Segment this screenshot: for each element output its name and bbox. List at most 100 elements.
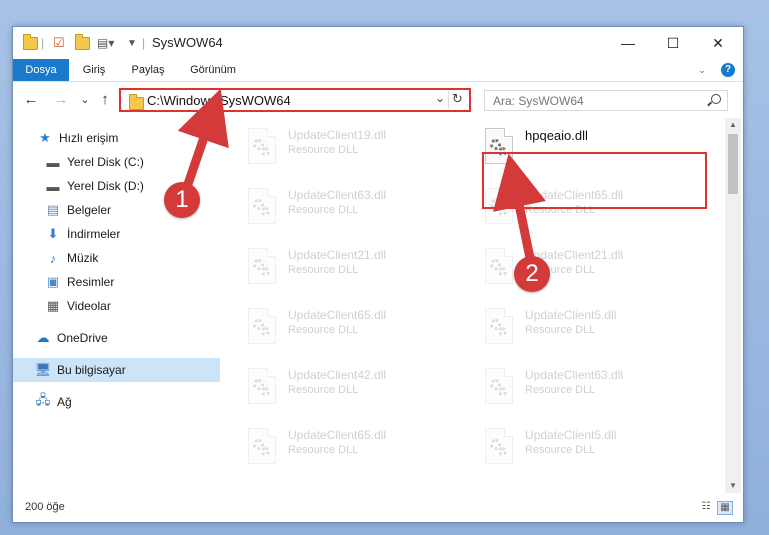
dll-file-icon [248, 128, 276, 164]
close-button[interactable]: ✕ [695, 27, 741, 59]
list-item[interactable]: UpdateClient42.dll Resource DLL [240, 364, 465, 416]
folder-icon [129, 94, 144, 110]
sidebar-item-label: Müzik [67, 251, 99, 265]
vertical-scrollbar[interactable]: ▲ ▼ [725, 118, 741, 493]
details-view-icon[interactable]: ☷ [699, 501, 713, 513]
sidebar-item-label: Yerel Disk (C:) [67, 155, 144, 169]
file-list: UpdateClient19.dll Resource DLL UpdateCl… [220, 118, 724, 493]
search-icon[interactable] [711, 94, 721, 104]
file-name: UpdateClient21.dll [288, 248, 387, 262]
minimize-button[interactable]: — [605, 27, 651, 59]
file-name: UpdateClient19.dll [288, 128, 387, 142]
navigation-pane: ★ Hızlı erişim ▬ Yerel Disk (C:) ✦ ▬ Yer… [13, 118, 236, 488]
window-title: SysWOW64 [152, 35, 223, 50]
chevron-down-icon[interactable]: ▼ [127, 35, 137, 51]
sidebar-item-label: Videolar [67, 299, 111, 313]
sidebar-item-label: Bu bilgisayar [57, 363, 126, 377]
step-2-badge: 2 [514, 256, 550, 292]
explorer-window: | ☑ ▤▾ ▼ | SysWOW64 — ☐ ✕ Dosya Giriş Pa… [12, 26, 744, 523]
sidebar-item-label: Ağ [57, 395, 72, 409]
highlight-box [482, 152, 707, 209]
file-name: UpdateClient5.dll [525, 308, 617, 322]
up-button[interactable]: ↑ [95, 90, 115, 110]
list-item[interactable]: UpdateClient21.dll Resource DLL [240, 244, 465, 296]
expand-ribbon-icon[interactable]: ⌄ [695, 59, 709, 81]
sidebar-item-onedrive[interactable]: ☁ OneDrive [13, 326, 228, 350]
sidebar-item-pictures[interactable]: ▣ Resimler 📌 [13, 270, 238, 294]
file-type: Resource DLL [288, 204, 359, 216]
refresh-icon[interactable]: ↻ [448, 91, 466, 109]
file-name: UpdateClient63.dll [525, 368, 624, 382]
help-icon[interactable]: ? [721, 63, 735, 77]
dll-file-icon [248, 188, 276, 224]
tab-gorunum[interactable]: Görünüm [183, 59, 243, 81]
list-item[interactable]: UpdateClient63.dll Resource DLL [240, 184, 465, 236]
file-name: UpdateClient65.dll [288, 428, 387, 442]
drive-icon: ▬ [46, 154, 60, 170]
sidebar-item-videos[interactable]: ▦ Videolar 📌 [13, 294, 238, 318]
large-icons-view-icon[interactable]: ▦ [717, 501, 733, 515]
document-icon: ▤ [46, 202, 60, 217]
file-type: Resource DLL [288, 144, 359, 156]
sidebar-item-label: Hızlı erişim [59, 131, 119, 145]
sidebar-item-quick-access[interactable]: ★ Hızlı erişim [13, 126, 230, 150]
scroll-up-icon[interactable]: ▲ [725, 118, 741, 132]
sidebar-item-label: Belgeler [67, 203, 112, 217]
back-button[interactable]: ← [21, 90, 41, 110]
new-folder-icon[interactable] [75, 33, 90, 51]
tab-dosya[interactable]: Dosya [13, 59, 69, 81]
quick-access-folder-icon[interactable] [23, 33, 38, 51]
sidebar-item-label: İndirmeler [67, 227, 121, 241]
cloud-icon: ☁ [36, 330, 50, 345]
search-input[interactable]: Ara: SysWOW64 [484, 90, 728, 111]
dll-file-icon [248, 428, 276, 464]
sidebar-item-music[interactable]: ♪ Müzik 📌 [13, 246, 238, 270]
forward-button[interactable]: → [51, 90, 71, 110]
tab-giris[interactable]: Giriş [75, 59, 113, 81]
list-item[interactable]: UpdateClient5.dll Resource DLL [477, 304, 702, 356]
recent-locations-button[interactable]: ⌄ [75, 90, 95, 110]
file-type: Resource DLL [288, 324, 359, 336]
maximize-button[interactable]: ☐ [650, 27, 696, 59]
file-type: Resource DLL [288, 384, 359, 396]
list-item[interactable]: UpdateClient19.dll Resource DLL [240, 124, 465, 176]
navigation-bar: ← → ⌄ ↑ C:\Windows\SysWOW64 ⌄ ↻ Ara: Sys… [13, 82, 743, 118]
sidebar-item-documents[interactable]: ▤ Belgeler [13, 198, 238, 222]
address-bar[interactable]: C:\Windows\SysWOW64 ⌄ ↻ [119, 88, 471, 112]
network-icon: 🖧 [35, 392, 51, 407]
list-item[interactable]: UpdateClient5.dll Resource DLL [477, 424, 702, 476]
separator-icon: | [41, 36, 45, 50]
sidebar-item-label: Resimler [67, 275, 115, 289]
scroll-down-icon[interactable]: ▼ [725, 479, 741, 493]
chevron-down-icon[interactable]: ⌄ [435, 91, 445, 105]
search-placeholder: Ara: SysWOW64 [493, 94, 584, 108]
dll-file-icon [485, 428, 513, 464]
sidebar-item-downloads[interactable]: ⬇ İndirmeler 📌 [13, 222, 238, 246]
sidebar-item-network[interactable]: 🖧 Ağ [13, 390, 228, 414]
dll-file-icon [248, 248, 276, 284]
list-item[interactable]: UpdateClient65.dll Resource DLL [240, 304, 465, 356]
status-bar: 200 öğe ☷ ▦ [13, 495, 743, 522]
sidebar-item-disk-c[interactable]: ▬ Yerel Disk (C:) ✦ [13, 150, 238, 174]
music-icon: ♪ [49, 250, 57, 266]
scrollbar-thumb[interactable] [728, 134, 738, 194]
dll-file-icon [485, 248, 513, 284]
customize-toolbar-icon[interactable]: ▤▾ [97, 35, 114, 51]
file-name: UpdateClient65.dll [288, 308, 387, 322]
address-path[interactable]: C:\Windows\SysWOW64 [147, 93, 291, 108]
file-type: Resource DLL [288, 444, 359, 456]
download-icon: ⬇ [47, 226, 59, 241]
sidebar-item-this-pc[interactable]: 🖥 Bu bilgisayar [13, 358, 228, 382]
star-icon: ★ [39, 130, 51, 145]
dll-file-icon [485, 308, 513, 344]
item-count: 200 öğe [25, 501, 65, 513]
properties-icon[interactable]: ☑ [53, 35, 65, 51]
separator-icon: | [142, 36, 146, 50]
file-name: hpqeaio.dll [525, 128, 588, 143]
sidebar-item-disk-d[interactable]: ▬ Yerel Disk (D:) [13, 174, 238, 198]
list-item[interactable]: UpdateClient63.dll Resource DLL [477, 364, 702, 416]
dll-file-icon [485, 368, 513, 404]
tab-paylas[interactable]: Paylaş [123, 59, 173, 81]
list-item[interactable]: UpdateClient65.dll Resource DLL [240, 424, 465, 476]
list-item[interactable]: UpdateClient21.dll Resource DLL [477, 244, 702, 296]
